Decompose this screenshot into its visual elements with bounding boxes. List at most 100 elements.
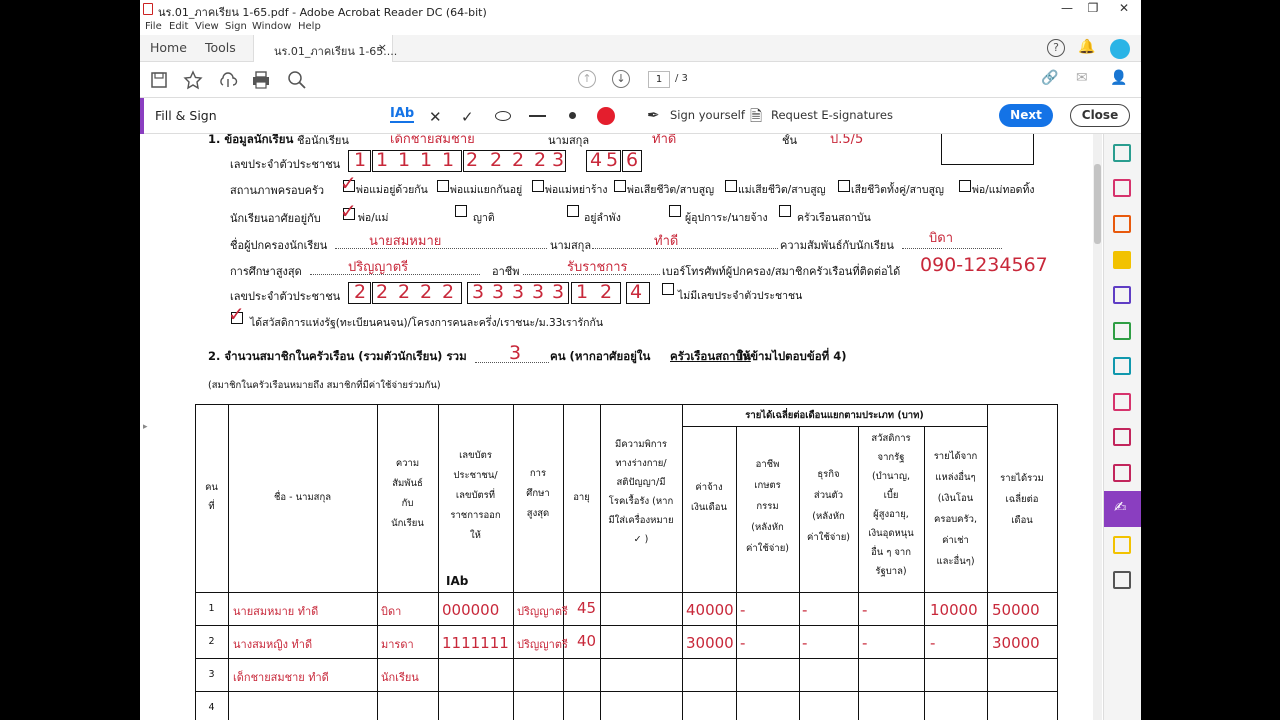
guardian-id-digit: 2	[376, 281, 389, 303]
row-other: 10000	[930, 601, 978, 619]
vertical-scrollbar[interactable]	[1093, 134, 1102, 720]
request-signatures-icon[interactable]	[1113, 393, 1131, 411]
row-age: 40	[577, 632, 597, 650]
text-tool-label: Ab	[394, 106, 415, 121]
create-pdf-icon[interactable]	[1113, 215, 1131, 233]
dot-icon[interactable]	[569, 112, 576, 119]
header-other: รายได้จาก แหล่งอื่นๆ (เงินโอน ครอบครัว, ค่าเ…	[933, 451, 978, 567]
family-status-checkbox[interactable]	[437, 180, 449, 192]
window-close-button[interactable]: ✕	[1112, 1, 1136, 18]
menu-file[interactable]: File	[145, 21, 162, 32]
no-id-checkbox[interactable]	[662, 283, 674, 295]
close-button[interactable]: Close	[1070, 104, 1130, 127]
add-text-tool[interactable]: IAb	[390, 106, 415, 123]
collapse-left-panel-icon[interactable]: ▸	[143, 422, 148, 432]
phone-value[interactable]: 090-1234567	[920, 254, 1048, 276]
menu-view[interactable]: View	[195, 21, 219, 32]
menu-help[interactable]: Help	[298, 21, 321, 32]
notification-bell-icon[interactable]: 🔔	[1078, 39, 1095, 55]
household-count-value[interactable]: 3	[509, 342, 521, 364]
email-icon[interactable]: ✉	[1076, 70, 1088, 86]
export-pdf-icon[interactable]	[1113, 144, 1131, 162]
student-id-digit: 1	[354, 149, 367, 171]
color-picker-icon[interactable]	[597, 107, 615, 125]
lives-with-checkbox[interactable]	[567, 205, 579, 217]
tab-document[interactable]: นร.01_ภาคเรียน 1-65.... ×	[253, 35, 397, 62]
menu-edit[interactable]: Edit	[169, 21, 188, 32]
next-button[interactable]: Next	[999, 104, 1053, 127]
student-id-digit: 5	[606, 149, 619, 171]
fill-sign-pen-icon: ✍	[1114, 498, 1127, 516]
student-id-digit: 2	[466, 149, 479, 171]
student-id-digit: 3	[552, 149, 565, 171]
occupation-line	[523, 274, 660, 275]
organize-pages-icon[interactable]	[1113, 179, 1131, 197]
minimize-button[interactable]: —	[1055, 1, 1079, 18]
lives-with-option: ผู้อุปการะ/นายจ้าง	[685, 212, 768, 224]
compress-pdf-icon[interactable]	[1113, 322, 1131, 340]
student-name-value[interactable]: เด็กชายสมชาย	[390, 134, 475, 149]
menu-sign[interactable]: Sign	[225, 21, 247, 32]
cross-mark-icon[interactable]: ✕	[429, 108, 442, 126]
row-total: 30000	[992, 634, 1040, 652]
combine-files-icon[interactable]	[1113, 286, 1131, 304]
class-value[interactable]: ป.5/5	[830, 134, 863, 149]
help-icon[interactable]: ?	[1047, 39, 1065, 57]
share-user-icon[interactable]: 👤	[1110, 70, 1127, 86]
more-tools-icon[interactable]	[1113, 571, 1131, 589]
header-education: การ ศึกษา สูงสุด	[526, 468, 550, 519]
menu-window[interactable]: Window	[252, 21, 291, 32]
document-tab-close-icon[interactable]: ×	[378, 41, 387, 54]
row-education: ปริญญาตรี	[517, 638, 568, 651]
student-name-label: ชื่อนักเรียน	[297, 134, 349, 147]
lives-with-checkbox[interactable]	[779, 205, 791, 217]
send-comments-icon[interactable]	[1113, 536, 1131, 554]
header-business: ธุรกิจ ส่วนตัว (หลังหัก ค่าใช้จ่าย)	[807, 469, 850, 543]
student-surname-value[interactable]: ทำดี	[652, 134, 676, 149]
line-icon[interactable]	[529, 115, 546, 117]
tab-home[interactable]: Home	[150, 40, 187, 55]
page-number-input[interactable]: 1	[648, 71, 670, 88]
tab-tools[interactable]: Tools	[205, 40, 236, 55]
scrollbar-thumb[interactable]	[1094, 164, 1101, 244]
header-age: อายุ	[573, 492, 590, 503]
user-avatar-icon[interactable]	[1110, 39, 1130, 59]
previous-page-icon[interactable]: ↑	[578, 70, 596, 88]
guardian-id-label: เลขประจำตัวประชาชน	[230, 290, 341, 303]
student-id-digit: 1	[398, 149, 411, 171]
edit-pdf-icon[interactable]	[1113, 357, 1131, 375]
fill-sign-tool-active[interactable]: ✍	[1104, 491, 1141, 527]
row-name: นายสมหมาย ทำดี	[233, 605, 319, 618]
bookmark-star-icon[interactable]	[183, 70, 203, 90]
circle-icon[interactable]	[495, 111, 511, 121]
sign-yourself-button[interactable]: Sign yourself	[670, 108, 745, 122]
comment-icon[interactable]	[1113, 251, 1131, 269]
restore-button[interactable]: ❐	[1081, 1, 1105, 18]
lives-with-checkbox[interactable]	[669, 205, 681, 217]
next-page-icon[interactable]: ↓	[612, 70, 630, 88]
text-cursor: IAb	[446, 574, 469, 588]
link-icon[interactable]: 🔗	[1041, 70, 1058, 86]
checkmark-icon: ✓	[340, 171, 357, 195]
family-status-checkbox[interactable]	[532, 180, 544, 192]
family-status-checkbox[interactable]	[725, 180, 737, 192]
document-view[interactable]: 1. ข้อมูลนักเรียน ชื่อนักเรียน เด็กชายสม…	[140, 134, 1103, 720]
print-icon[interactable]	[251, 70, 271, 90]
save-icon[interactable]	[150, 71, 168, 89]
sign-pen-icon: ✒	[647, 106, 660, 124]
lives-with-checkbox[interactable]	[455, 205, 467, 217]
relation-value[interactable]: บิดา	[929, 227, 953, 248]
header-welfare: สวัสดิการ จากรัฐ (บำนาญ, เบี้ย ผู้สูงอายุ, เง…	[868, 433, 914, 577]
family-status-checkbox[interactable]	[614, 180, 626, 192]
prepare-form-icon[interactable]	[1113, 464, 1131, 482]
family-status-checkbox[interactable]	[959, 180, 971, 192]
row-welfare: -	[862, 634, 868, 652]
protect-icon[interactable]	[1113, 428, 1131, 446]
guardian-surname-label: นามสกุล	[550, 239, 592, 252]
upload-cloud-icon[interactable]	[218, 70, 238, 90]
zoom-search-icon[interactable]	[287, 70, 307, 90]
request-esignatures-button[interactable]: Request E-signatures	[771, 108, 893, 122]
check-mark-icon[interactable]: ✓	[461, 108, 474, 126]
guardian-id-digit: 2	[420, 281, 433, 303]
family-status-checkbox[interactable]	[838, 180, 850, 192]
